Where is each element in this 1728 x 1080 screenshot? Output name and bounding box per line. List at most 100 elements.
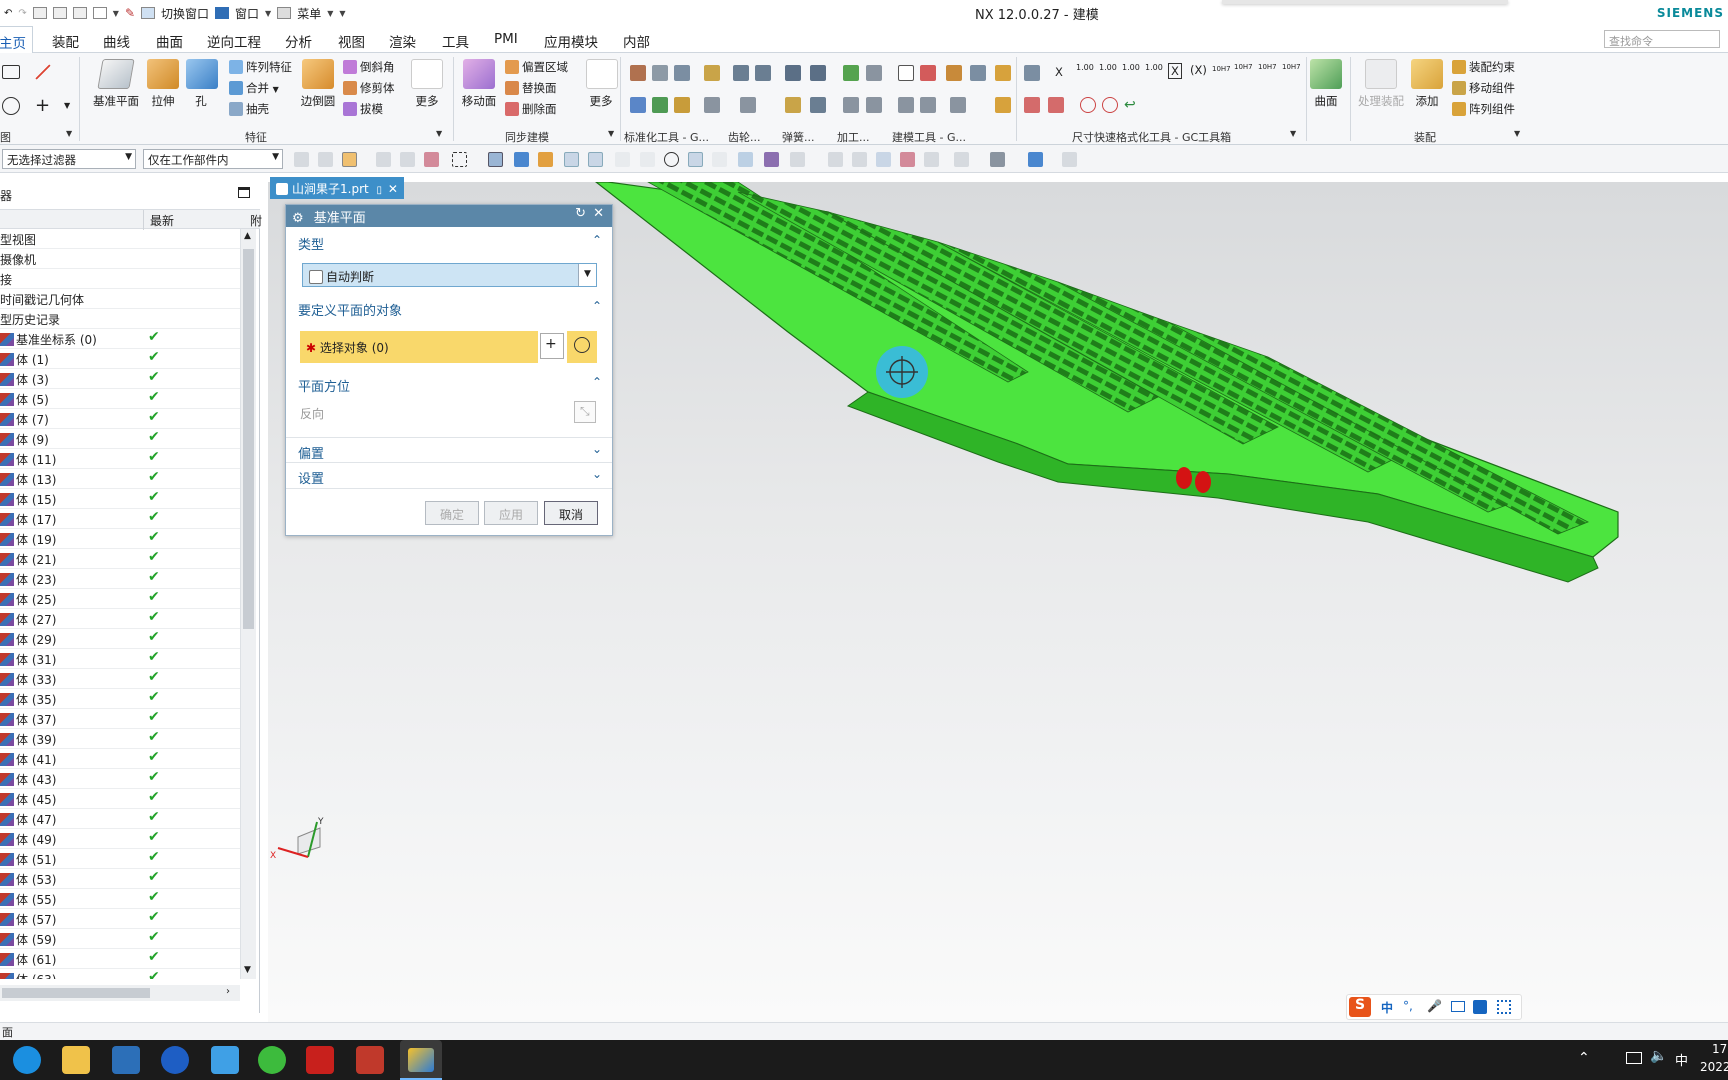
modeling-tool-icon[interactable] (898, 97, 914, 113)
type-dropdown[interactable]: 自动判断 ▼ (302, 263, 597, 287)
tab-surface[interactable]: 曲面 (156, 31, 183, 51)
command-search-input[interactable]: 查找命令 (1604, 30, 1720, 48)
target-icon[interactable] (567, 331, 597, 363)
sogou-icon[interactable]: S (1349, 997, 1371, 1017)
snap-tool-icon[interactable] (640, 152, 655, 167)
pin-icon[interactable]: ▯ (377, 185, 383, 196)
navigator-row[interactable]: 体 (3) ✔ (0, 369, 240, 389)
navigator-row[interactable]: 体 (15) ✔ (0, 489, 240, 509)
point-dialog-button[interactable]: + (540, 333, 564, 359)
tab-curve[interactable]: 曲线 (103, 31, 130, 51)
navigator-row[interactable]: 体 (25) ✔ (0, 589, 240, 609)
filter-tool-icon[interactable] (318, 152, 333, 167)
toolbox-icon[interactable] (1497, 1000, 1511, 1014)
cancel-button[interactable]: 取消 (544, 501, 598, 525)
snap-tool-icon[interactable] (764, 152, 779, 167)
dimension-tool-icon[interactable] (1024, 97, 1040, 113)
navigator-row[interactable]: 体 (49) ✔ (0, 829, 240, 849)
dimension-tool-icon[interactable] (1024, 65, 1040, 81)
view-orient-icon[interactable] (1028, 152, 1043, 167)
navigator-row[interactable]: 体 (57) ✔ (0, 909, 240, 929)
assembly-constraint-button[interactable]: 装配约束 (1452, 59, 1515, 75)
tab-pmi[interactable]: PMI (494, 31, 518, 47)
pattern-feature-button[interactable]: 阵列特征 (229, 59, 292, 75)
gc-tool-icon[interactable] (630, 97, 646, 113)
filter-tool-icon[interactable] (400, 152, 415, 167)
snap-tool-icon[interactable] (738, 152, 753, 167)
gc-tool-icon[interactable] (674, 65, 690, 81)
spring-tool-icon[interactable] (810, 65, 826, 81)
redo-icon[interactable]: ↷ (18, 8, 26, 19)
filter-tool-icon[interactable] (294, 152, 309, 167)
line-snap-icon[interactable] (564, 152, 579, 167)
tab-reverse-engineering[interactable]: 逆向工程 (207, 31, 261, 51)
gc-tool-icon[interactable] (995, 65, 1011, 81)
dim-format-button[interactable]: 1.00 (1076, 63, 1094, 72)
quick-access-icon[interactable]: ↶ (4, 8, 12, 19)
navigator-row[interactable]: 体 (13) ✔ (0, 469, 240, 489)
section-orientation[interactable]: 平面方位 ⌃ (286, 371, 612, 397)
tab-internal[interactable]: 内部 (623, 31, 650, 51)
navigator-h-scrollbar[interactable]: › (0, 985, 240, 1001)
gc-tool-icon[interactable] (995, 97, 1011, 113)
spring-tool-icon[interactable] (785, 65, 801, 81)
navigator-row[interactable]: 体 (23) ✔ (0, 569, 240, 589)
modeling-tool-icon[interactable] (946, 65, 962, 81)
spring-tool-icon[interactable] (810, 97, 826, 113)
tab-analysis[interactable]: 分析 (285, 31, 312, 51)
section-objects[interactable]: 要定义平面的对象 ⌃ (286, 295, 612, 321)
browser-icon[interactable] (13, 1046, 41, 1074)
column-extra[interactable]: 附 (250, 212, 262, 229)
draft-button[interactable]: 拔模 (343, 101, 383, 117)
wps-icon[interactable] (306, 1046, 334, 1074)
navigator-row[interactable]: 体 (21) ✔ (0, 549, 240, 569)
view-tool-icon[interactable] (828, 152, 843, 167)
dim-box-x-button[interactable]: X (1168, 63, 1182, 79)
dim-tolerance-button[interactable]: 10H7 (1282, 63, 1301, 71)
chevron-down-icon[interactable]: ⌄ (592, 442, 602, 456)
chamfer-button[interactable]: 倒斜角 (343, 59, 395, 75)
edit-icon[interactable]: ✎ (125, 6, 135, 20)
switch-window-button[interactable]: 切换窗口 (161, 5, 209, 22)
navigator-row[interactable]: 体 (29) ✔ (0, 629, 240, 649)
tab-tools[interactable]: 工具 (442, 31, 469, 51)
modeling-tool-icon[interactable] (920, 97, 936, 113)
input-method-indicator[interactable]: 中 (1675, 1050, 1688, 1069)
dim-format-button[interactable]: 1.00 (1145, 63, 1163, 72)
sketch-more-icon[interactable]: ▼ (64, 101, 70, 110)
edge-blend-button[interactable]: 边倒圆 (300, 59, 336, 109)
navigator-row[interactable]: 体 (5) ✔ (0, 389, 240, 409)
more-sync-button[interactable]: 更多 (586, 59, 618, 109)
copy-icon[interactable] (52, 7, 67, 19)
section-offset[interactable]: 偏置 ⌄ (286, 437, 612, 463)
dimension-tool-icon[interactable] (1080, 97, 1096, 113)
unite-button[interactable]: 合并 ▼ (229, 80, 279, 96)
circle-snap-icon[interactable] (664, 152, 679, 167)
app-icon[interactable] (112, 1046, 140, 1074)
gc-tool-icon[interactable] (652, 97, 668, 113)
tab-home[interactable]: 主页 (0, 26, 33, 53)
gear-tool-icon[interactable] (733, 65, 749, 81)
group-dropdown-icon[interactable]: ▼ (66, 129, 72, 138)
dim-x-button[interactable]: X (1055, 65, 1063, 79)
filter-tool-icon[interactable] (376, 152, 391, 167)
view-tool-icon[interactable] (924, 152, 939, 167)
microphone-icon[interactable]: 🎤 (1427, 999, 1442, 1013)
rectangle-select-icon[interactable] (452, 152, 467, 167)
dim-tolerance-button[interactable]: 10H7 (1212, 65, 1231, 73)
offset-region-button[interactable]: 偏置区域 (505, 59, 568, 75)
process-assembly-button[interactable]: 处理装配 (1358, 59, 1404, 109)
close-icon[interactable]: ✕ (593, 206, 604, 221)
navigator-row[interactable]: 体 (53) ✔ (0, 869, 240, 889)
kuaizip-icon[interactable] (161, 1046, 189, 1074)
line-icon[interactable] (35, 64, 51, 80)
rotate-view-icon[interactable] (876, 152, 891, 167)
sync-dropdown-icon[interactable]: ▼ (608, 129, 614, 138)
select-tool-icon[interactable] (342, 152, 357, 167)
chevron-down-icon[interactable]: ▼ (578, 264, 596, 286)
navigator-row[interactable]: 体 (43) ✔ (0, 769, 240, 789)
view-tool-icon[interactable] (1062, 152, 1077, 167)
chevron-down-icon[interactable]: ⌄ (592, 467, 602, 481)
navigator-row[interactable]: 体 (31) ✔ (0, 649, 240, 669)
dim-ref-button[interactable]: (X) (1190, 63, 1207, 77)
